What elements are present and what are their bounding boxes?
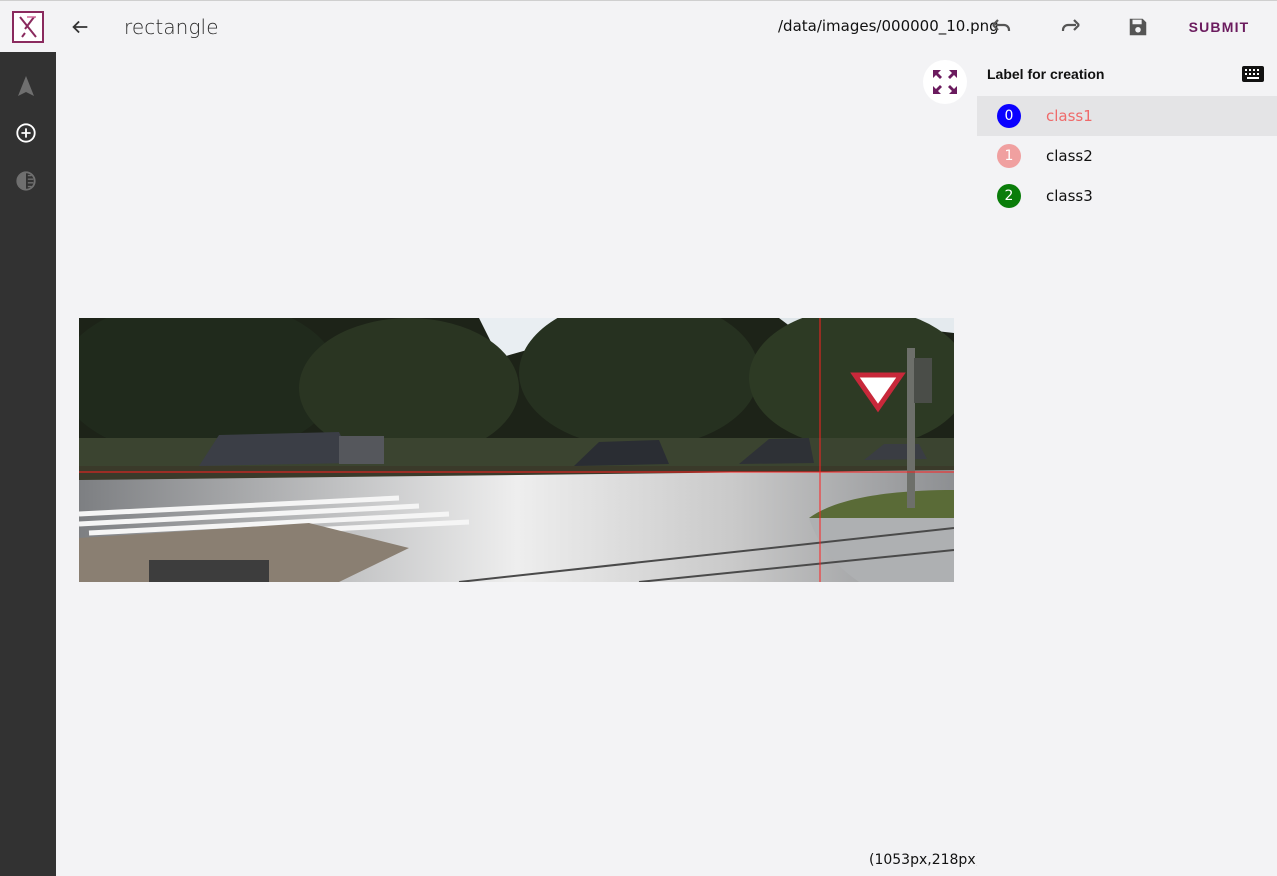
cursor-coordinates: (1053px,218px) bbox=[869, 852, 982, 868]
label-name: class2 bbox=[1046, 147, 1093, 165]
page-title: rectangle bbox=[124, 15, 219, 39]
panel-title: Label for creation bbox=[987, 66, 1105, 82]
annotation-canvas[interactable]: (1053px,218px) bbox=[56, 52, 981, 876]
label-name: class1 bbox=[1046, 107, 1093, 125]
keyboard-icon[interactable] bbox=[1242, 66, 1264, 82]
tool-sidebar bbox=[0, 52, 56, 876]
label-index-badge: 0 bbox=[997, 104, 1021, 128]
back-button[interactable] bbox=[66, 13, 94, 41]
label-item-class2[interactable]: 1 class2 bbox=[977, 136, 1277, 176]
redo-button[interactable] bbox=[1056, 13, 1084, 41]
undo-icon bbox=[992, 19, 1011, 31]
plus-circle-icon bbox=[16, 123, 36, 143]
label-name: class3 bbox=[1046, 187, 1093, 205]
contrast-icon bbox=[16, 171, 36, 191]
label-item-class3[interactable]: 2 class3 bbox=[977, 176, 1277, 216]
label-item-class1[interactable]: 0 class1 bbox=[977, 96, 1277, 136]
cursor-arrow-icon bbox=[18, 76, 34, 96]
top-bar: rectangle /data/images/000000_10.png SUB… bbox=[0, 0, 1277, 52]
file-path: /data/images/000000_10.png bbox=[778, 17, 999, 35]
select-tool-button[interactable] bbox=[12, 72, 40, 100]
logo-icon bbox=[12, 11, 44, 43]
arrow-left-icon bbox=[72, 20, 88, 34]
add-tool-button[interactable] bbox=[12, 119, 40, 147]
contrast-tool-button[interactable] bbox=[12, 167, 40, 195]
street-scene-graphic bbox=[79, 318, 954, 582]
undo-button[interactable] bbox=[988, 13, 1016, 41]
label-panel: Label for creation 0 class1 1 class2 2 c… bbox=[977, 52, 1277, 876]
save-icon bbox=[1129, 18, 1147, 36]
street-scene-image[interactable] bbox=[79, 318, 954, 582]
save-button[interactable] bbox=[1124, 13, 1152, 41]
redo-icon bbox=[1061, 19, 1080, 31]
label-index-badge: 2 bbox=[997, 184, 1021, 208]
submit-button[interactable]: SUBMIT bbox=[1178, 11, 1260, 43]
label-list: 0 class1 1 class2 2 class3 bbox=[977, 96, 1277, 216]
fullscreen-button[interactable] bbox=[923, 60, 967, 104]
fullscreen-icon bbox=[933, 70, 957, 94]
label-index-badge: 1 bbox=[997, 144, 1021, 168]
